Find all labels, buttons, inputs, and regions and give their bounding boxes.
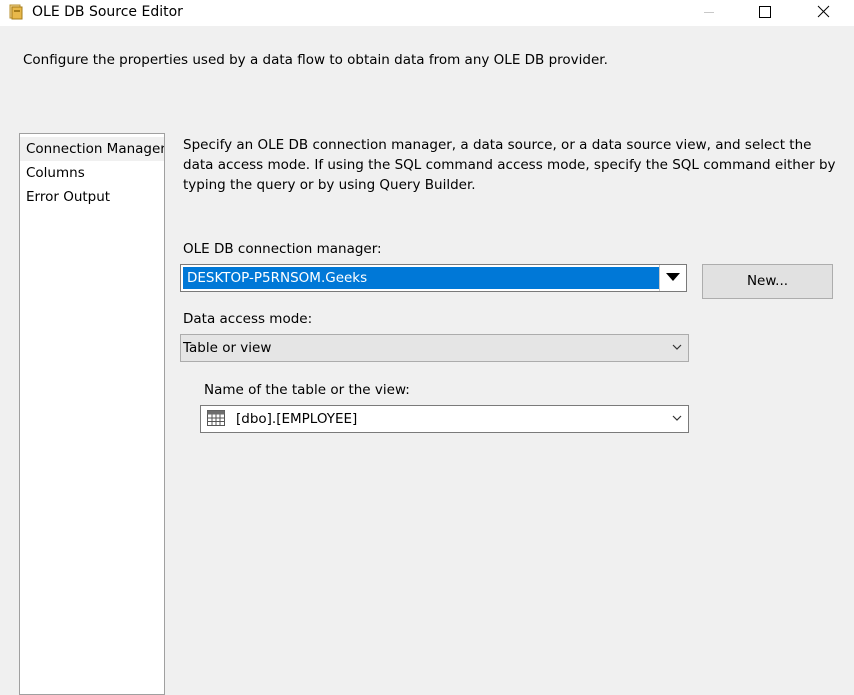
access-mode-value: Table or view	[183, 340, 272, 356]
chevron-down-icon	[672, 415, 682, 421]
nav-item-connection-manager[interactable]: Connection Manager	[20, 137, 164, 161]
chevron-down-icon	[672, 344, 682, 350]
connection-manager-value: DESKTOP-P5RNSOM.Geeks	[183, 267, 659, 289]
triangle-down-icon	[666, 273, 680, 281]
access-mode-label: Data access mode:	[183, 311, 313, 327]
package-icon	[7, 3, 25, 21]
nav-panel: Connection Manager Columns Error Output	[19, 133, 165, 695]
table-icon	[207, 410, 225, 426]
close-button[interactable]	[800, 0, 846, 26]
nav-item-columns[interactable]: Columns	[20, 161, 164, 185]
new-connection-button[interactable]: New...	[702, 264, 833, 299]
title-bar: OLE DB Source Editor	[0, 0, 854, 26]
access-mode-combo[interactable]: Table or view	[180, 334, 689, 362]
connection-manager-label: OLE DB connection manager:	[183, 241, 382, 257]
maximize-icon	[759, 6, 771, 18]
instructions-text: Specify an OLE DB connection manager, a …	[183, 137, 836, 193]
header-description: Configure the properties used by a data …	[23, 52, 608, 68]
connection-manager-combo[interactable]: DESKTOP-P5RNSOM.Geeks	[180, 264, 687, 292]
minimize-icon	[704, 12, 714, 13]
maximize-button[interactable]	[742, 0, 788, 26]
nav-item-error-output[interactable]: Error Output	[20, 185, 164, 209]
minimize-button[interactable]	[686, 0, 732, 26]
window-title: OLE DB Source Editor	[32, 4, 183, 20]
connection-manager-dropdown[interactable]	[659, 265, 686, 291]
table-name-label: Name of the table or the view:	[204, 382, 410, 398]
close-icon	[817, 5, 830, 18]
table-name-value: [dbo].[EMPLOYEE]	[236, 411, 358, 427]
table-name-combo[interactable]: [dbo].[EMPLOYEE]	[200, 405, 689, 433]
